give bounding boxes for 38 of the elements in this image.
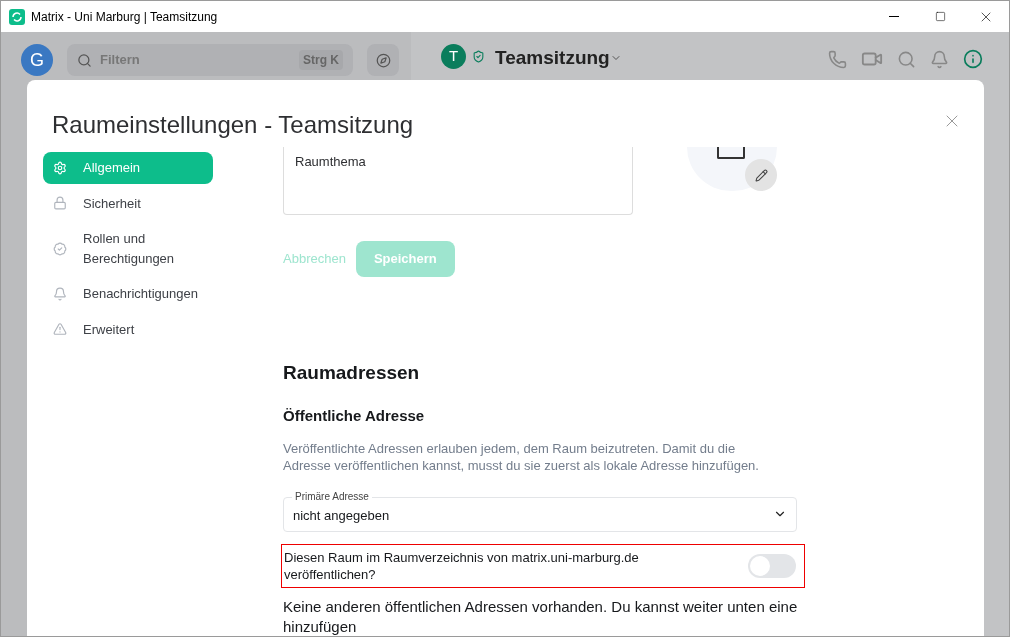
section-heading: Raumadressen [283,360,421,385]
minimize-icon [889,16,899,17]
phone-icon [828,49,847,69]
shield-icon [472,50,485,63]
settings-tab[interactable]: Rollen und Berechtigungen [43,223,213,274]
shortcut-label: Strg K [299,50,343,70]
app-logo-icon [9,8,25,25]
warning-icon [53,322,67,337]
pencil-icon [754,168,768,182]
room-name-button[interactable]: Teamsitzung [495,44,622,73]
select-value: nicht angegeben [293,507,390,526]
window-title: Matrix - Uni Marburg | Teamsitzung [31,8,218,26]
user-avatar[interactable]: G [21,44,53,76]
dialog-title: Raumeinstellungen - Teamsitzung [52,110,414,140]
settings-tab[interactable]: Erweitert [43,313,213,345]
lock-icon [53,196,67,211]
info-icon [963,49,983,69]
topic-field[interactable]: Raumthema [283,147,633,215]
bell-icon [930,49,949,69]
settings-tab[interactable]: Sicherheit [43,187,213,219]
search-icon [897,49,916,69]
image-icon [717,147,745,159]
publish-label: Diesen Raum im Raumverzeichnis von matrix.uni-marburg.de veröffentlichen? [284,548,640,583]
explore-button[interactable] [367,44,399,76]
badge-check-icon [53,241,67,256]
note-text: Keine anderen öffentlichen Adressen vorhanden. Du kannst weiter unten eine hinzufügen [283,596,799,636]
maximize-icon [934,11,946,22]
description-text: Veröffentlichte Adressen erlauben jedem, dem Raum beizutreten. Damit du die Adresse veröffentlichen kannst, musst du sie zuerst als lokale Adresse hinzufügen. [283,439,760,474]
compass-icon [375,52,391,68]
search-icon [77,52,92,68]
publish-toggle[interactable] [748,553,796,578]
bell-icon [53,286,67,301]
select-label: Primäre Adresse [292,490,372,503]
room-avatar[interactable]: T [441,44,466,69]
settings-icon [53,160,67,175]
settings-tab[interactable]: Benachrichtigungen [43,278,213,310]
edit-button[interactable] [745,159,777,191]
subsection-heading: Öffentliche Adresse [283,406,426,426]
